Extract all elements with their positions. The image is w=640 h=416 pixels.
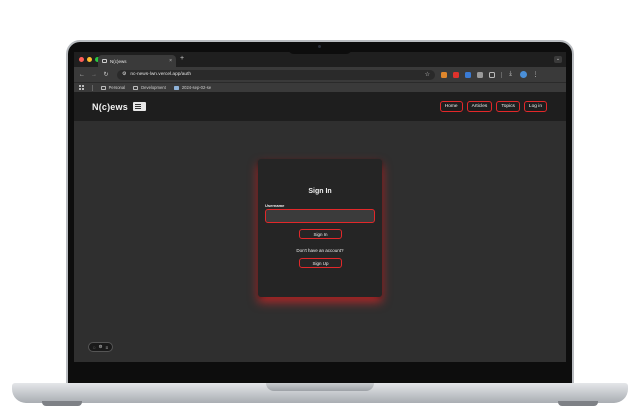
no-account-text: Don't have an account? bbox=[296, 248, 344, 253]
tab-search-chevron-icon[interactable]: ⌄ bbox=[554, 56, 562, 63]
site-info-icon[interactable]: ⚙ bbox=[122, 72, 126, 77]
forward-arrow-icon[interactable]: → bbox=[91, 72, 97, 78]
address-url: nc-news-lwn.vercel.app/auth bbox=[130, 72, 192, 77]
browser-toolbar: ← → ↻ ⚙ nc-news-lwn.vercel.app/auth ☆ ⤓ … bbox=[74, 67, 566, 82]
bookmark-2024-sep-02[interactable]: 2024-sep-02-se bbox=[173, 85, 212, 90]
browser-menu-icon[interactable]: ⋮ bbox=[533, 71, 539, 78]
extension-gear-icon[interactable] bbox=[477, 71, 483, 78]
nav-home-button[interactable]: Home bbox=[439, 101, 463, 112]
bookmark-star-icon[interactable]: ☆ bbox=[425, 71, 430, 78]
nav-login-button[interactable]: Log in bbox=[523, 101, 547, 112]
reload-icon[interactable]: ↻ bbox=[103, 71, 109, 78]
nav-topics-button[interactable]: Topics bbox=[496, 101, 520, 112]
apps-grid-icon[interactable] bbox=[79, 85, 84, 90]
extension-blue-icon[interactable] bbox=[465, 71, 471, 78]
site-logo[interactable]: N(c)ews bbox=[92, 102, 128, 112]
menu-icon[interactable]: ≡ bbox=[106, 345, 109, 350]
new-tab-button[interactable]: + bbox=[180, 55, 184, 62]
laptop-foot-right bbox=[558, 401, 598, 406]
sign-in-button[interactable]: Sign In bbox=[299, 229, 342, 239]
site-header: N(c)ews Home Articles Topics Log in bbox=[74, 92, 566, 121]
tab-favicon-icon bbox=[102, 59, 107, 63]
laptop-foot-left bbox=[42, 401, 82, 406]
bookmark-label: Personal bbox=[108, 85, 126, 90]
download-icon[interactable]: ⤓ bbox=[508, 71, 514, 78]
toolbar-separator bbox=[501, 71, 502, 78]
bookmark-personal[interactable]: Personal bbox=[100, 85, 126, 90]
address-bar[interactable]: ⚙ nc-news-lwn.vercel.app/auth ☆ bbox=[117, 69, 435, 80]
bookmarks-bar: Personal Development 2024-sep-02-se bbox=[74, 82, 566, 92]
image-icon bbox=[173, 85, 179, 90]
username-input[interactable] bbox=[265, 209, 375, 223]
tab-title: N(c)ews bbox=[110, 58, 127, 64]
browser-tab[interactable]: N(c)ews × bbox=[98, 55, 176, 67]
folder-icon bbox=[133, 85, 139, 90]
dev-tools-toolbar[interactable]: ◌ ⚙ ≡ bbox=[88, 342, 113, 352]
extension-fox-icon[interactable] bbox=[441, 71, 447, 78]
web-page: N(c)ews Home Articles Topics Log in Sign… bbox=[74, 92, 566, 362]
laptop-screen: N(c)ews × + ⌄ ← → ↻ ⚙ nc-news-lwn.vercel… bbox=[74, 52, 566, 362]
chat-icon[interactable]: ◌ bbox=[93, 345, 96, 350]
settings-icon[interactable]: ⚙ bbox=[99, 344, 103, 350]
laptop-hinge-groove bbox=[266, 383, 374, 391]
camera-notch bbox=[288, 42, 352, 54]
nav-articles-button[interactable]: Articles bbox=[466, 101, 493, 112]
bookmark-development[interactable]: Development bbox=[133, 85, 166, 90]
sign-up-button[interactable]: Sign Up bbox=[299, 258, 342, 268]
profile-avatar[interactable] bbox=[519, 71, 527, 78]
browser-tabstrip: N(c)ews × + ⌄ bbox=[74, 52, 566, 67]
extensions-puzzle-icon[interactable] bbox=[489, 71, 495, 78]
extension-red-icon[interactable] bbox=[453, 71, 459, 78]
close-window-button[interactable] bbox=[79, 57, 84, 62]
newspaper-icon bbox=[132, 102, 146, 111]
folder-icon bbox=[100, 85, 106, 90]
sign-in-card: Sign In Username Sign In Don't have an a… bbox=[258, 159, 382, 297]
site-nav: Home Articles Topics Log in bbox=[439, 101, 547, 112]
back-arrow-icon[interactable]: ← bbox=[79, 72, 85, 78]
username-label: Username bbox=[265, 203, 285, 208]
bookmarks-separator bbox=[92, 84, 93, 91]
sign-in-title: Sign In bbox=[308, 188, 332, 195]
window-controls bbox=[79, 57, 100, 62]
tab-close-icon[interactable]: × bbox=[169, 58, 172, 64]
camera-icon bbox=[318, 45, 321, 48]
bookmark-label: 2024-sep-02-se bbox=[181, 85, 212, 90]
screen-bezel-bottom bbox=[74, 362, 566, 374]
bookmark-label: Development bbox=[141, 85, 166, 90]
minimize-window-button[interactable] bbox=[87, 57, 92, 62]
